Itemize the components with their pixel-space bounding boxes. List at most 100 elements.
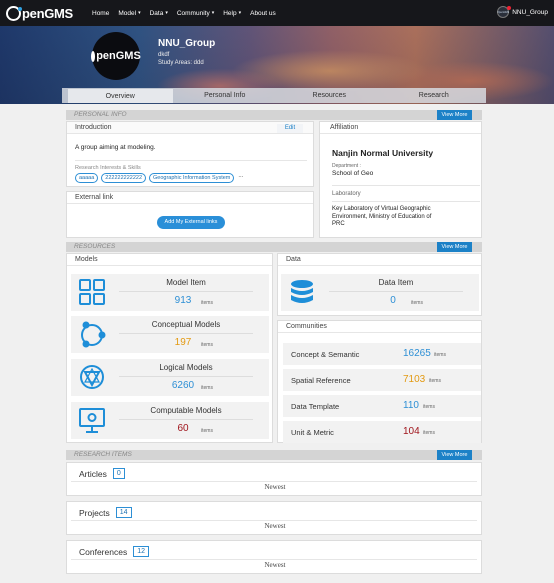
card-title: Communities xyxy=(278,321,481,333)
items-label: items xyxy=(201,300,213,306)
items-label: items xyxy=(201,428,213,434)
monitor-gear-icon xyxy=(79,408,105,433)
divider xyxy=(332,185,480,186)
profile-header: penGMS NNU_Group dkdf Study Areas: ddd O… xyxy=(0,26,554,104)
newest-label[interactable]: Newest xyxy=(67,561,483,569)
resource-count: 197 xyxy=(174,337,192,348)
resource-name: Computable Models xyxy=(150,406,222,415)
tag[interactable]: 222222222222 xyxy=(101,173,147,183)
notification-dot-icon xyxy=(507,6,512,10)
tab-resources[interactable]: Resources xyxy=(277,88,382,103)
view-more-button[interactable]: View More xyxy=(437,110,472,120)
profile-avatar[interactable]: penGMS xyxy=(91,32,141,80)
tab-overview[interactable]: Overview xyxy=(68,89,173,103)
projects-card: Projects 14 Newest xyxy=(66,501,482,535)
community-name: Unit & Metric xyxy=(291,428,334,437)
resources-section-bar: RESOURCES View More xyxy=(66,242,482,252)
community-name: Data Template xyxy=(291,402,340,411)
opengms-logo[interactable]: penGMS xyxy=(6,5,84,21)
resource-count: 913 xyxy=(174,295,192,306)
divider xyxy=(119,291,253,292)
community-row[interactable]: Data Template 110 items xyxy=(283,395,481,417)
items-label: items xyxy=(201,385,213,391)
user-avatar: OpenGMS xyxy=(497,6,512,18)
card-title: Models xyxy=(67,254,272,266)
conceptual-models-row[interactable]: Conceptual Models 197 items xyxy=(71,316,269,353)
computable-models-row[interactable]: Computable Models 60 items xyxy=(71,402,269,439)
research-item-count: 0 xyxy=(112,468,125,479)
introduction-card: Introduction Edit A group aiming at mode… xyxy=(66,121,314,187)
divider xyxy=(329,291,463,292)
tags-more[interactable]: ... xyxy=(238,173,243,183)
external-link-card: External link Add My External links xyxy=(66,191,314,238)
nav-home[interactable]: Home xyxy=(92,10,109,17)
nav-help[interactable]: Help ▾ xyxy=(223,10,241,17)
tag[interactable]: Geographic Information System xyxy=(149,173,235,183)
affiliation-card: Affiliation Nanjin Normal University Dep… xyxy=(319,121,482,238)
research-item-title[interactable]: Articles 0 xyxy=(79,468,125,479)
nav-menu: Home Model ▾ Data ▾ Community ▾ Help ▾ About… xyxy=(92,10,285,17)
university-name: Nanjin Normal University xyxy=(332,148,434,158)
newest-label[interactable]: Newest xyxy=(67,522,483,530)
nav-about-label: About us xyxy=(250,9,276,17)
resource-name: Model Item xyxy=(166,278,206,287)
card-title: Data xyxy=(278,254,481,266)
research-item-name: Articles xyxy=(79,468,107,479)
section-title: RESEARCH ITEMS xyxy=(74,451,132,458)
divider xyxy=(119,376,253,377)
nav-data[interactable]: Data ▾ xyxy=(150,10,168,17)
data-item-row[interactable]: Data Item 0 items xyxy=(281,274,479,311)
database-icon xyxy=(291,280,313,303)
community-count: 7103 xyxy=(403,374,426,385)
nav-about[interactable]: About us xyxy=(250,10,276,17)
research-item-count: 12 xyxy=(133,546,149,557)
model-item-row[interactable]: Model Item 913 items xyxy=(71,274,269,311)
user-name: NNU_Group xyxy=(512,8,548,16)
tab-personal-info[interactable]: Personal Info xyxy=(173,88,278,103)
nav-model[interactable]: Model ▾ xyxy=(118,10,140,17)
intro-text: A group aiming at modeling. xyxy=(75,144,156,151)
edit-button[interactable]: Edit xyxy=(277,124,303,133)
resource-count: 6260 xyxy=(171,380,195,391)
community-row[interactable]: Spatial Reference 7103 items xyxy=(283,369,481,391)
view-more-button[interactable]: View More xyxy=(437,242,472,252)
newest-label[interactable]: Newest xyxy=(67,483,483,491)
divider xyxy=(71,520,477,521)
articles-card: Articles 0 Newest xyxy=(66,462,482,496)
network-icon xyxy=(81,321,106,348)
tag[interactable]: aaaaa xyxy=(75,173,99,183)
research-item-title[interactable]: Projects 14 xyxy=(79,507,132,518)
chevron-down-icon: ▾ xyxy=(238,10,242,16)
nav-home-label: Home xyxy=(92,9,110,17)
card-title: External link xyxy=(67,192,313,204)
chevron-down-icon: ▾ xyxy=(211,10,215,16)
community-count: 16265 xyxy=(403,348,431,359)
resource-count: 0 xyxy=(390,295,396,306)
research-item-title[interactable]: Conferences 12 xyxy=(79,546,149,557)
resource-name: Conceptual Models xyxy=(151,320,221,329)
community-row[interactable]: Concept & Semantic 16265 items xyxy=(283,343,481,365)
nav-data-label: Data xyxy=(149,9,164,17)
resource-count: 60 xyxy=(177,423,189,434)
logical-models-row[interactable]: Logical Models 6260 items xyxy=(71,359,269,396)
profile-tabs: Overview Personal Info Resources Researc… xyxy=(62,88,486,103)
nav-community[interactable]: Community ▾ xyxy=(177,10,214,17)
community-name: Concept & Semantic xyxy=(291,350,360,359)
tab-research[interactable]: Research xyxy=(382,88,487,103)
user-menu[interactable]: OpenGMS NNU_Group xyxy=(497,6,548,18)
user-avatar-text: OpenGMS xyxy=(497,10,510,14)
research-interests-label: Research Interests & Skills xyxy=(75,165,141,171)
laboratory-label: Laboratory xyxy=(332,191,361,197)
nav-help-label: Help xyxy=(223,9,237,17)
divider xyxy=(332,201,480,202)
models-card: Models Model Item 913 items Conceptual M… xyxy=(66,253,273,443)
community-row[interactable]: Unit & Metric 104 items xyxy=(283,421,481,443)
department-value: School of Geo xyxy=(332,170,374,177)
view-more-button[interactable]: View More xyxy=(437,450,472,460)
add-external-link-button[interactable]: Add My External links xyxy=(157,216,225,229)
laboratory-value: Key Laboratory of Virtual Geographic Env… xyxy=(332,206,432,227)
profile-subtitle: dkdf xyxy=(158,52,170,58)
community-name: Spatial Reference xyxy=(291,376,351,385)
divider xyxy=(71,559,477,560)
card-title: Affiliation xyxy=(320,122,481,134)
